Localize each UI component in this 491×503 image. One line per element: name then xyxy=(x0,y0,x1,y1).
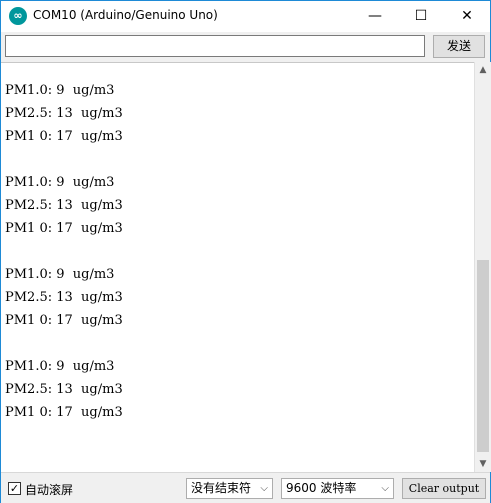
scroll-down-icon[interactable]: ▼ xyxy=(475,456,491,472)
output-line: PM1 0: 17 ug/m3 xyxy=(5,129,123,144)
send-toolbar: 发送 xyxy=(1,32,490,62)
chevron-down-icon: ⌵ xyxy=(260,483,268,494)
serial-monitor-window: ∞ COM10 (Arduino/Genuino Uno) — ☐ ✕ 发送 P… xyxy=(0,0,491,503)
output-line: PM2.5: 13 ug/m3 xyxy=(5,290,123,305)
autoscroll-label: 自动滚屏 xyxy=(25,483,74,497)
vertical-scrollbar[interactable]: ▲ ▼ xyxy=(474,62,491,472)
baud-rate-value: 9600 波特率 xyxy=(286,481,357,495)
maximize-button[interactable]: ☐ xyxy=(398,1,444,32)
output-line: PM1.0: 9 ug/m3 xyxy=(5,359,115,374)
output-line: PM1.0: 9 ug/m3 xyxy=(5,175,115,190)
baud-rate-select[interactable]: 9600 波特率 ⌵ xyxy=(281,478,394,499)
output-line: PM2.5: 13 ug/m3 xyxy=(5,382,123,397)
serial-output: PM1.0: 9 ug/m3 PM2.5: 13 ug/m3 PM1 0: 17… xyxy=(1,62,474,473)
status-bar: ✓ 自动滚屏 没有结束符 ⌵ 9600 波特率 ⌵ Clear output xyxy=(1,472,490,503)
line-ending-value: 没有结束符 xyxy=(191,481,252,495)
clear-output-button[interactable]: Clear output xyxy=(402,478,486,499)
scroll-thumb[interactable] xyxy=(477,260,489,452)
output-line: PM1 0: 17 ug/m3 xyxy=(5,405,123,420)
minimize-button[interactable]: — xyxy=(352,1,398,32)
chevron-down-icon: ⌵ xyxy=(381,483,389,494)
output-line: PM1 0: 17 ug/m3 xyxy=(5,221,123,236)
line-ending-select[interactable]: 没有结束符 ⌵ xyxy=(186,478,273,499)
output-line: PM1.0: 9 ug/m3 xyxy=(5,267,115,282)
arduino-logo-icon: ∞ xyxy=(9,7,27,25)
output-line: PM2.5: 13 ug/m3 xyxy=(5,198,123,213)
scroll-up-icon[interactable]: ▲ xyxy=(475,62,491,78)
output-line: PM1 0: 17 ug/m3 xyxy=(5,313,123,328)
autoscroll-checkbox[interactable]: ✓ xyxy=(8,482,21,495)
serial-input[interactable] xyxy=(5,35,425,57)
close-button[interactable]: ✕ xyxy=(444,1,490,32)
output-line: PM1.0: 9 ug/m3 xyxy=(5,83,115,98)
output-line: PM2.5: 13 ug/m3 xyxy=(5,106,123,121)
checkmark-icon: ✓ xyxy=(9,482,20,495)
title-bar: ∞ COM10 (Arduino/Genuino Uno) — ☐ ✕ xyxy=(1,1,490,32)
send-button[interactable]: 发送 xyxy=(433,35,485,58)
window-title: COM10 (Arduino/Genuino Uno) xyxy=(33,8,218,22)
